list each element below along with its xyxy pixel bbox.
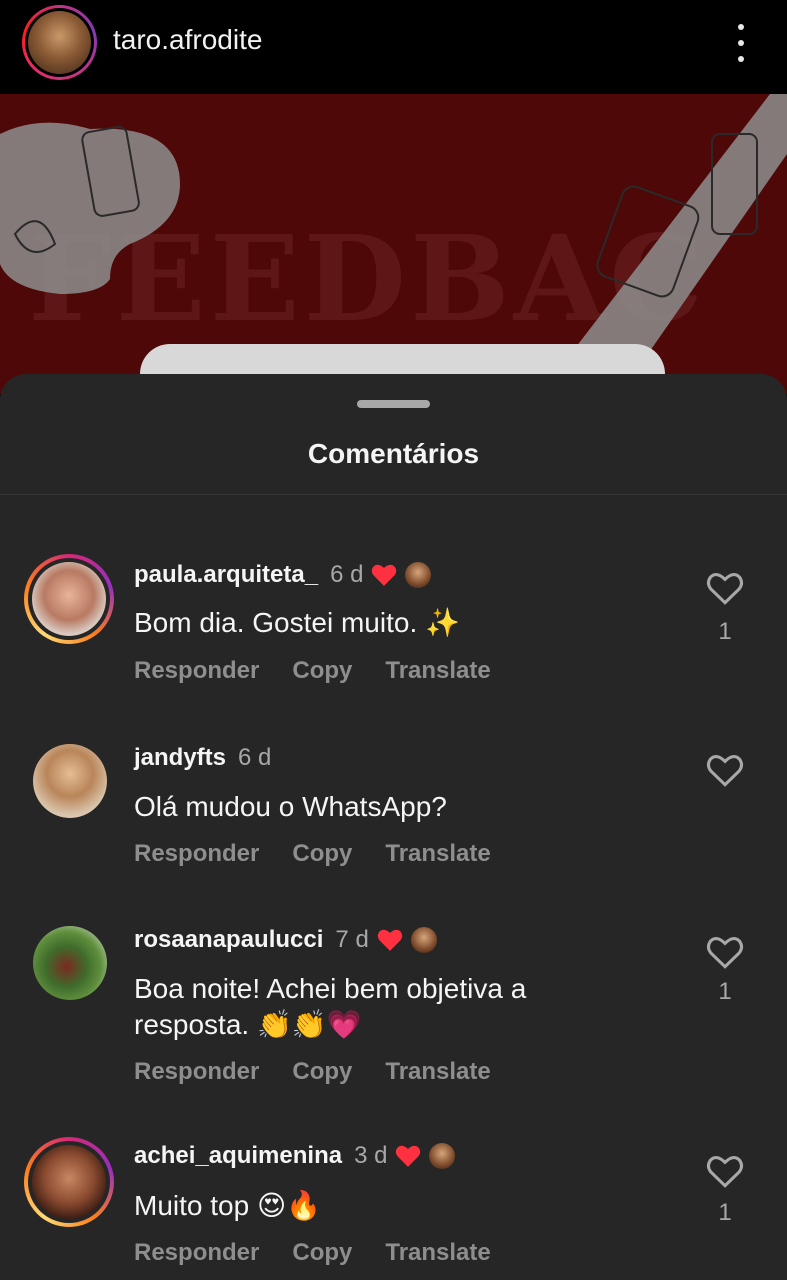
comment-time: 6 d [330, 561, 364, 588]
like-count: 1 [718, 618, 732, 645]
commenter-avatar[interactable] [24, 554, 114, 644]
like-count: 1 [718, 1199, 732, 1226]
author-avatar-icon [410, 927, 437, 953]
comments-sheet: Comentários paula.arquiteta_ 6 d Bom dia… [0, 374, 787, 1280]
author-avatar-icon [429, 1143, 456, 1169]
like-heart-icon[interactable] [706, 571, 744, 605]
more-options-icon[interactable] [734, 24, 748, 62]
profile-username[interactable]: taro.afrodite [113, 24, 262, 56]
commenter-avatar[interactable] [33, 744, 107, 818]
like-heart-icon[interactable] [706, 753, 744, 787]
sheet-title: Comentários [307, 438, 480, 469]
author-liked-heart-icon [396, 1145, 421, 1167]
reply-button[interactable]: Responder [134, 840, 259, 868]
like-count: 1 [718, 978, 732, 1005]
commenter-avatar[interactable] [33, 926, 107, 1000]
comment-text: Bom dia. Gostei muito. ✨ [134, 607, 460, 638]
comment-time: 3 d [354, 1142, 388, 1169]
translate-button[interactable]: Translate [385, 1239, 490, 1267]
comment-username[interactable]: achei_aquimenina [134, 1142, 342, 1170]
copy-button[interactable]: Copy [292, 840, 352, 868]
reply-button[interactable]: Responder [134, 1239, 259, 1267]
translate-button[interactable]: Translate [385, 1058, 490, 1086]
translate-button[interactable]: Translate [385, 840, 490, 868]
like-heart-icon[interactable] [706, 935, 744, 969]
post-image: FEEDBAC [0, 94, 787, 394]
profile-avatar[interactable] [22, 5, 97, 80]
like-heart-icon[interactable] [706, 1154, 744, 1188]
copy-button[interactable]: Copy [292, 657, 352, 685]
translate-button[interactable]: Translate [385, 657, 490, 685]
divider [0, 494, 787, 495]
author-liked-heart-icon [372, 564, 397, 586]
reply-button[interactable]: Responder [134, 1058, 259, 1086]
comment-time: 7 d [335, 926, 369, 953]
comment-text: Boa noite! Achei bem objetiva a resposta… [134, 973, 527, 1040]
comment-username[interactable]: paula.arquiteta_ [134, 561, 318, 589]
comment-username[interactable]: rosaanapaulucci [134, 926, 323, 954]
copy-button[interactable]: Copy [292, 1058, 352, 1086]
copy-button[interactable]: Copy [292, 1239, 352, 1267]
author-avatar-icon [405, 562, 432, 588]
comment-text: Muito top 😍🔥 [134, 1190, 322, 1221]
reply-button[interactable]: Responder [134, 657, 259, 685]
commenter-avatar[interactable] [24, 1137, 114, 1227]
comment-time: 6 d [238, 744, 272, 771]
comment-username[interactable]: jandyfts [134, 744, 226, 772]
author-liked-heart-icon [377, 929, 402, 951]
comment-text: Olá mudou o WhatsApp? [134, 791, 447, 822]
top-bar: taro.afrodite [0, 0, 787, 92]
sheet-drag-handle[interactable] [357, 400, 430, 408]
